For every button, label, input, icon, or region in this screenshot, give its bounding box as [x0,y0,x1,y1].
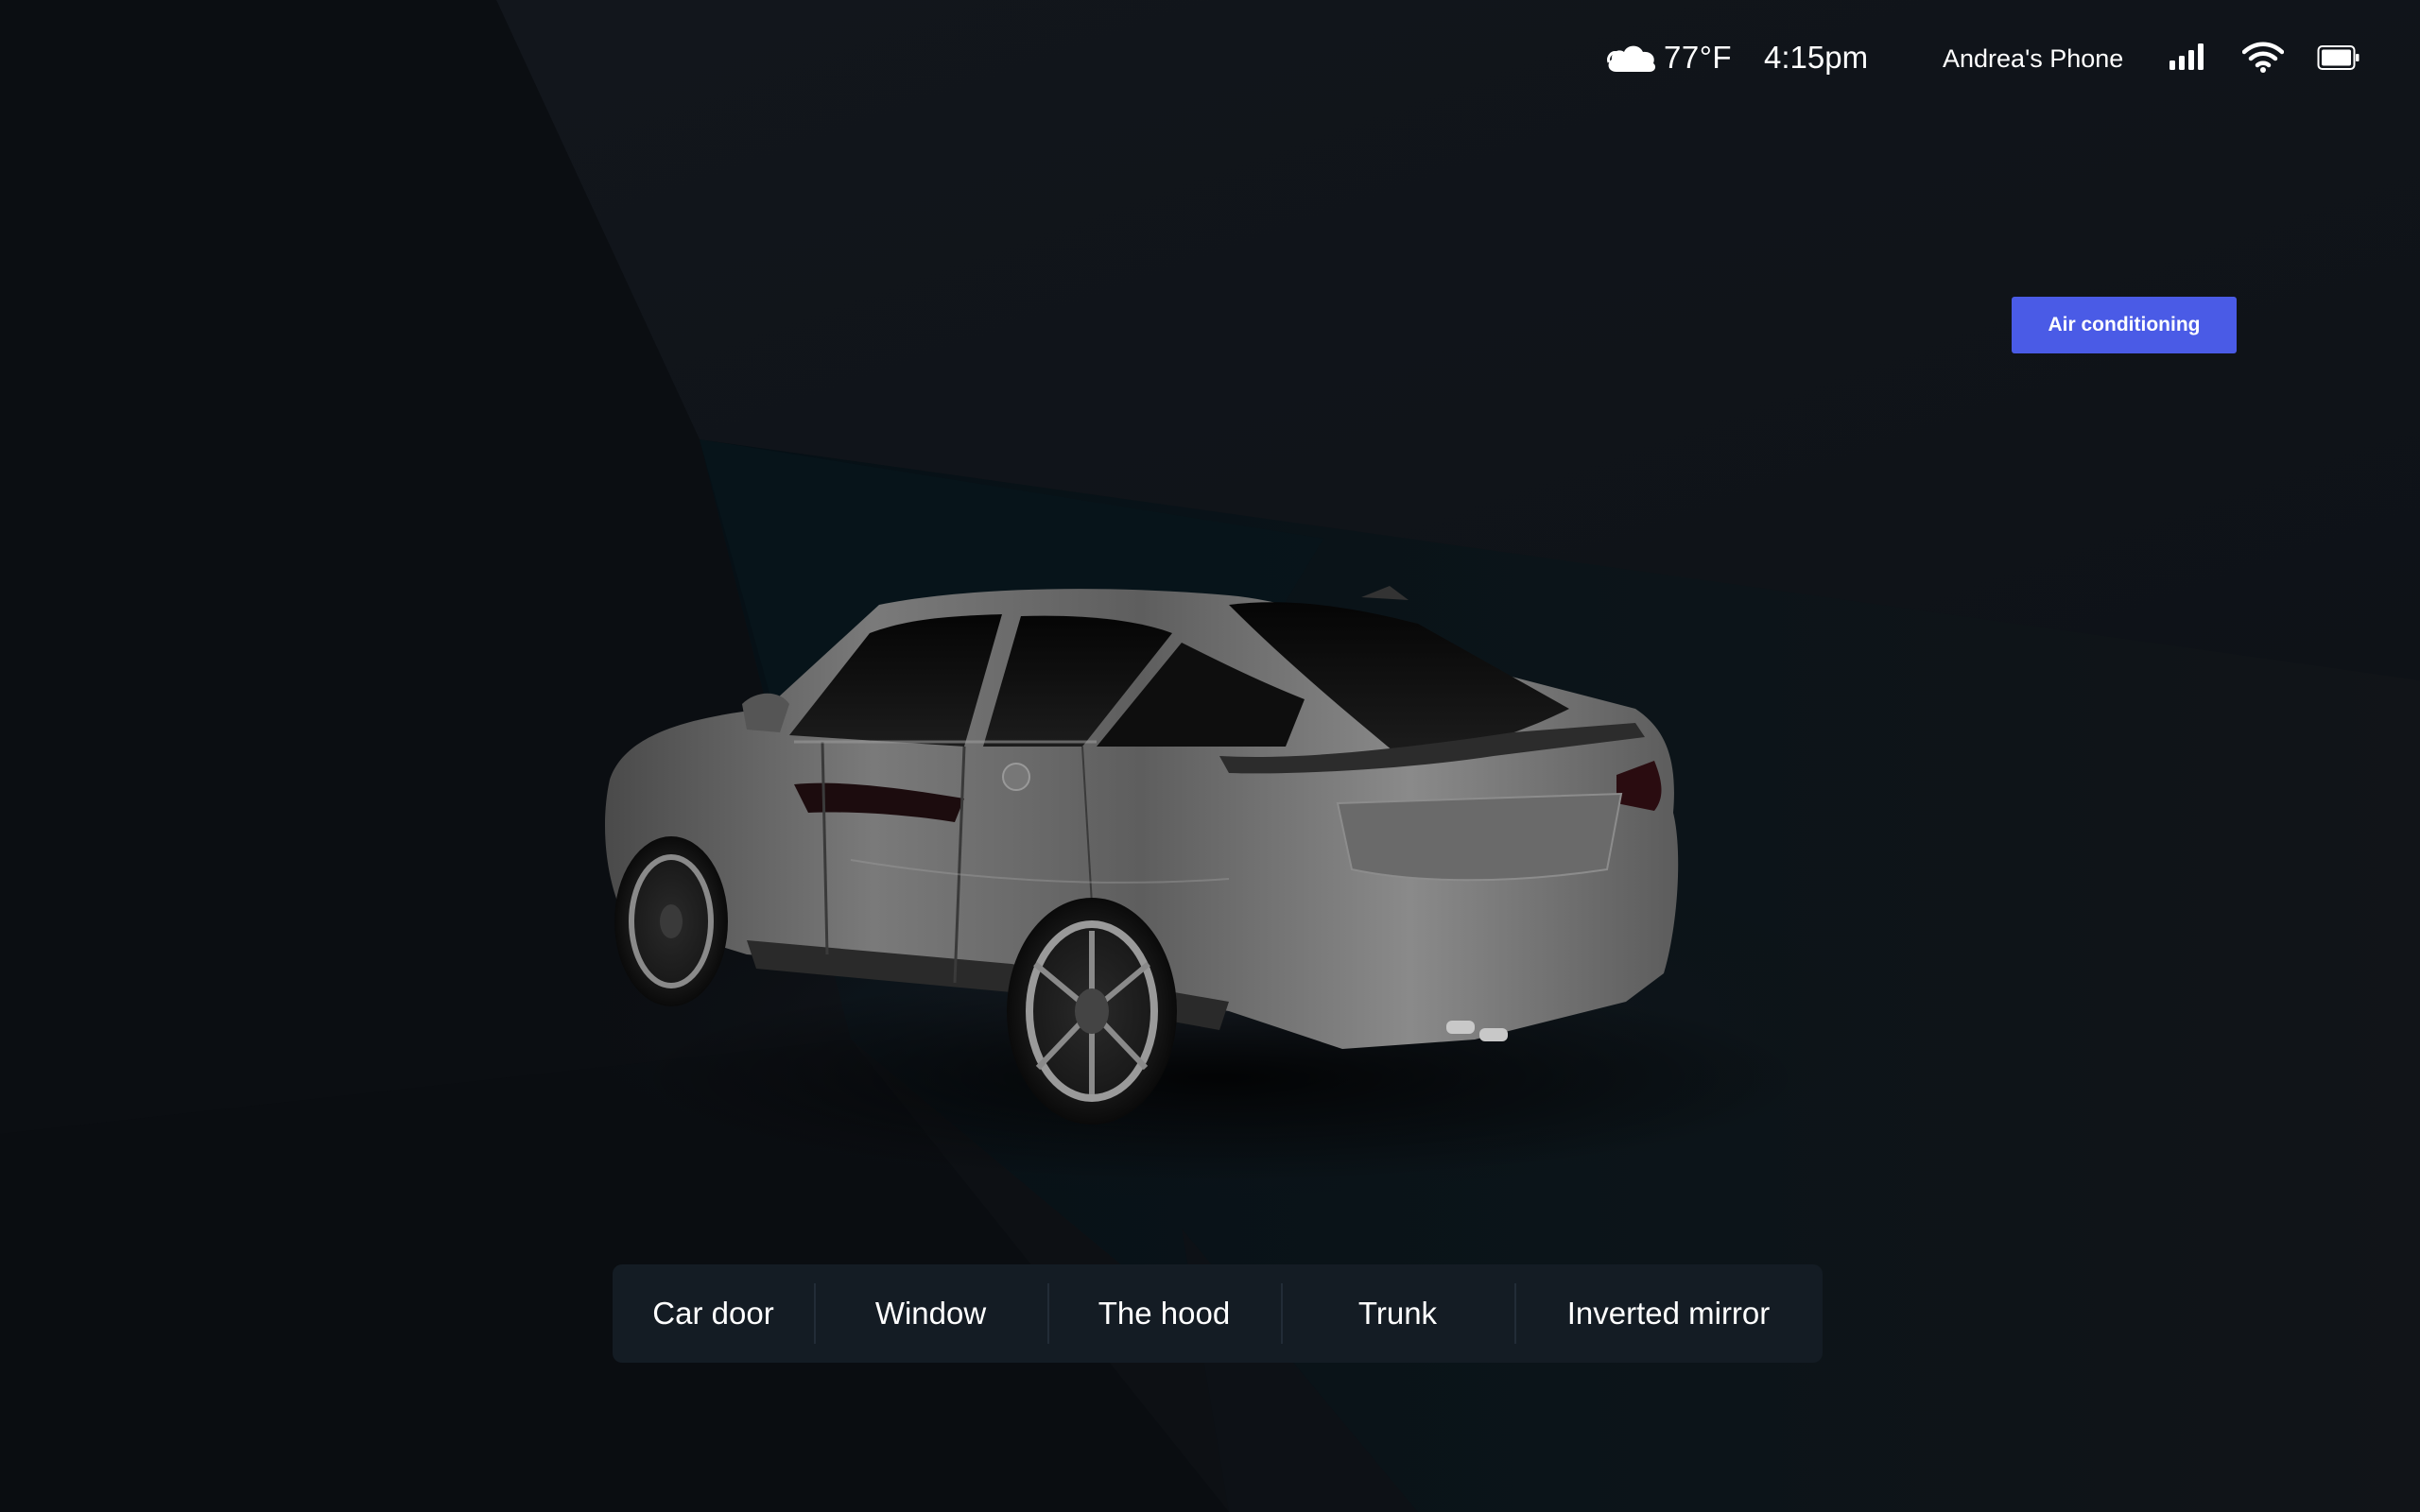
battery-icon [2317,45,2360,70]
status-bar: 77°F 4:15pm Andrea's Phone [0,38,2420,79]
car-image [605,586,1806,1181]
control-car-door[interactable]: Car door [613,1264,814,1363]
wifi-icon [2242,42,2284,73]
cellular-signal-icon [2169,43,2204,70]
control-trunk[interactable]: Trunk [1281,1264,1514,1363]
control-inverted-mirror[interactable]: Inverted mirror [1514,1264,1823,1363]
control-window[interactable]: Window [814,1264,1047,1363]
vehicle-controls-bar: Car door Window The hood Trunk Inverted … [613,1264,1823,1363]
temperature-readout: 77°F [1664,40,1733,75]
clock: 4:15pm [1764,40,1869,75]
control-hood[interactable]: The hood [1047,1264,1281,1363]
air-conditioning-button[interactable]: Air conditioning [2012,297,2237,353]
connected-device-name[interactable]: Andrea's Phone [1943,44,2123,74]
cloud-icon [1607,45,1656,72]
car-control-screen: 77°F 4:15pm Andrea's Phone Air condition… [0,0,2420,1512]
